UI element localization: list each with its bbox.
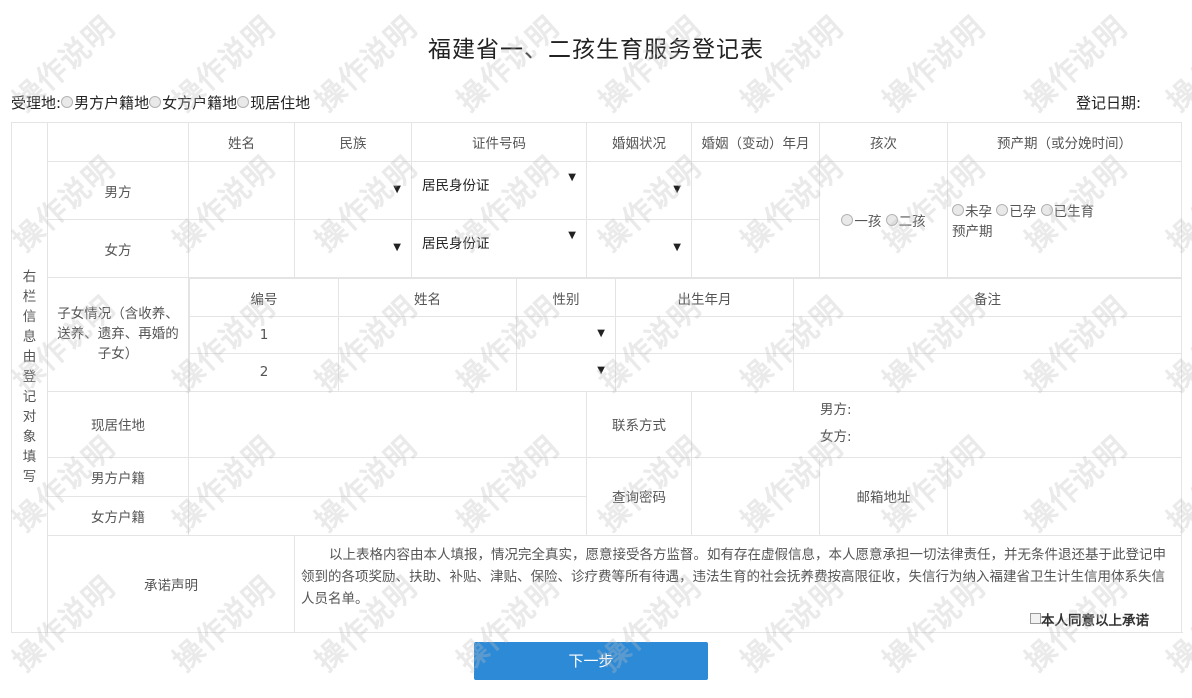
due-date-label: 预产期 bbox=[952, 223, 993, 240]
query-password-input[interactable] bbox=[691, 456, 820, 536]
male-marital-select[interactable]: ▼ bbox=[586, 161, 692, 220]
header-marital-status: 婚姻状况 bbox=[586, 122, 692, 162]
children-table: 编号 姓名 性别 出生年月 备注 1 ▼ 2 ▼ bbox=[189, 278, 1181, 391]
female-household-label: 女方户籍 bbox=[47, 495, 189, 536]
children-table-cell: 编号 姓名 性别 出生年月 备注 1 ▼ 2 ▼ bbox=[188, 277, 1182, 392]
female-id-field[interactable]: 居民身份证 ▼ bbox=[411, 219, 587, 278]
agree-label: 本人同意以上承诺 bbox=[1041, 612, 1149, 629]
email-label: 邮箱地址 bbox=[819, 456, 948, 536]
contact-female-label: 女方: bbox=[820, 429, 852, 445]
header-ethnicity: 民族 bbox=[294, 122, 412, 162]
male-ethnicity-select[interactable]: ▼ bbox=[294, 161, 412, 220]
option-male-household: 男方户籍地 bbox=[74, 94, 150, 112]
child-no: 1 bbox=[189, 316, 339, 354]
header-name: 姓名 bbox=[188, 122, 295, 162]
option-pregnant: 已孕 bbox=[1009, 203, 1037, 220]
option-not-pregnant: 未孕 bbox=[965, 203, 992, 220]
query-password-label: 查询密码 bbox=[586, 456, 692, 536]
child-no: 2 bbox=[189, 353, 339, 391]
address-input[interactable] bbox=[188, 390, 587, 458]
child-gender-select[interactable]: ▼ bbox=[516, 316, 616, 354]
email-input[interactable] bbox=[947, 456, 1182, 536]
agree-row: 本人同意以上承诺 bbox=[301, 610, 1175, 632]
header-marriage-date: 婚姻（变动）年月 bbox=[691, 122, 820, 162]
chevron-down-icon: ▼ bbox=[393, 183, 401, 195]
male-id-type: 居民身份证 bbox=[422, 178, 490, 194]
male-marriage-date-input[interactable] bbox=[691, 161, 820, 220]
sidebar-cell: 右栏信息由登记对象填写 bbox=[11, 122, 48, 633]
option-first-child: 一孩 bbox=[854, 213, 882, 230]
option-second-child: 二孩 bbox=[898, 213, 926, 230]
radio-female-household[interactable] bbox=[149, 95, 162, 108]
radio-first-child[interactable] bbox=[841, 213, 854, 226]
chevron-down-icon: ▼ bbox=[568, 230, 576, 241]
chevron-down-icon: ▼ bbox=[597, 328, 605, 339]
children-header-name: 姓名 bbox=[338, 278, 517, 317]
children-header-remark: 备注 bbox=[793, 278, 1181, 317]
acceptance-label: 受理地: bbox=[11, 94, 62, 112]
child-gender-select[interactable]: ▼ bbox=[516, 353, 616, 391]
contact-male-label: 男方: bbox=[820, 402, 852, 418]
acceptance-group: 受理地: 男方户籍地 女方户籍地 现居住地 bbox=[11, 92, 310, 113]
male-name-input[interactable] bbox=[188, 161, 295, 220]
female-ethnicity-select[interactable]: ▼ bbox=[294, 219, 412, 278]
female-id-type: 居民身份证 bbox=[422, 236, 490, 252]
agree-checkbox[interactable] bbox=[1030, 613, 1041, 624]
male-id-field[interactable]: 居民身份证 ▼ bbox=[411, 161, 587, 220]
children-header-no: 编号 bbox=[189, 278, 339, 317]
child-name-input[interactable] bbox=[338, 353, 517, 391]
female-marital-select[interactable]: ▼ bbox=[586, 219, 692, 278]
header-id-number: 证件号码 bbox=[411, 122, 587, 162]
page-title: 福建省一、二孩生育服务登记表 bbox=[428, 37, 764, 63]
promise-cell: 以上表格内容由本人填报，情况完全真实，愿意接受各方监督。如有存在虚假信息，本人愿… bbox=[294, 534, 1182, 633]
chevron-down-icon: ▼ bbox=[673, 183, 681, 195]
child-birth-input[interactable] bbox=[615, 353, 794, 391]
children-label: 子女情况（含收养、送养、遗弃、再婚的子女） bbox=[47, 277, 189, 392]
registration-date-label: 登记日期: bbox=[1075, 94, 1141, 112]
contact-label: 联系方式 bbox=[586, 390, 692, 458]
female-name-input[interactable] bbox=[188, 219, 295, 278]
option-female-household: 女方户籍地 bbox=[162, 94, 238, 112]
radio-second-child[interactable] bbox=[885, 213, 898, 226]
promise-label: 承诺声明 bbox=[47, 534, 295, 633]
table-row: 2 ▼ bbox=[189, 353, 1181, 391]
child-birth-input[interactable] bbox=[615, 316, 794, 354]
option-given-birth: 已生育 bbox=[1053, 203, 1095, 220]
female-label: 女方 bbox=[47, 219, 189, 278]
sidebar-label: 右栏信息由登记对象填写 bbox=[22, 269, 37, 486]
child-remark-input[interactable] bbox=[793, 316, 1181, 354]
male-household-input[interactable] bbox=[188, 456, 587, 497]
male-household-label: 男方户籍 bbox=[47, 456, 189, 497]
option-current-residence: 现居住地 bbox=[250, 94, 311, 112]
female-household-input[interactable] bbox=[188, 495, 587, 536]
chevron-down-icon: ▼ bbox=[393, 241, 401, 253]
radio-given-birth[interactable] bbox=[1040, 203, 1053, 216]
children-header-gender: 性别 bbox=[516, 278, 616, 317]
child-remark-input[interactable] bbox=[793, 353, 1181, 391]
radio-pregnant[interactable] bbox=[996, 203, 1009, 216]
header-due-date: 预产期（或分娩时间） bbox=[947, 122, 1182, 162]
promise-text: 以上表格内容由本人填报，情况完全真实，愿意接受各方监督。如有存在虚假信息，本人愿… bbox=[301, 546, 1166, 607]
radio-current-residence[interactable] bbox=[237, 95, 250, 108]
address-label: 现居住地 bbox=[47, 390, 189, 458]
radio-male-household[interactable] bbox=[61, 95, 74, 108]
chevron-down-icon: ▼ bbox=[597, 365, 605, 377]
child-name-input[interactable] bbox=[338, 316, 517, 354]
acceptance-row: 受理地: 男方户籍地 女方户籍地 现居住地 登记日期: bbox=[11, 92, 1181, 112]
table-row: 1 ▼ bbox=[189, 316, 1181, 354]
female-marriage-date-input[interactable] bbox=[691, 219, 820, 278]
radio-not-pregnant[interactable] bbox=[952, 203, 964, 216]
chevron-down-icon: ▼ bbox=[673, 241, 681, 253]
next-button[interactable]: 下一步 bbox=[474, 642, 708, 680]
pregnancy-cell: 未孕 已孕 已生育 预产期 bbox=[947, 161, 1182, 278]
children-header-birth: 出生年月 bbox=[615, 278, 794, 317]
registration-form-table: 右栏信息由登记对象填写 姓名 民族 证件号码 婚姻状况 婚姻（变动）年月 孩次 … bbox=[11, 122, 1182, 633]
male-label: 男方 bbox=[47, 161, 189, 220]
chevron-down-icon: ▼ bbox=[568, 172, 576, 183]
header-child-order: 孩次 bbox=[819, 122, 948, 162]
child-order-cell: 一孩 二孩 bbox=[819, 161, 948, 278]
contact-cell: 男方: 女方: bbox=[691, 390, 1182, 458]
